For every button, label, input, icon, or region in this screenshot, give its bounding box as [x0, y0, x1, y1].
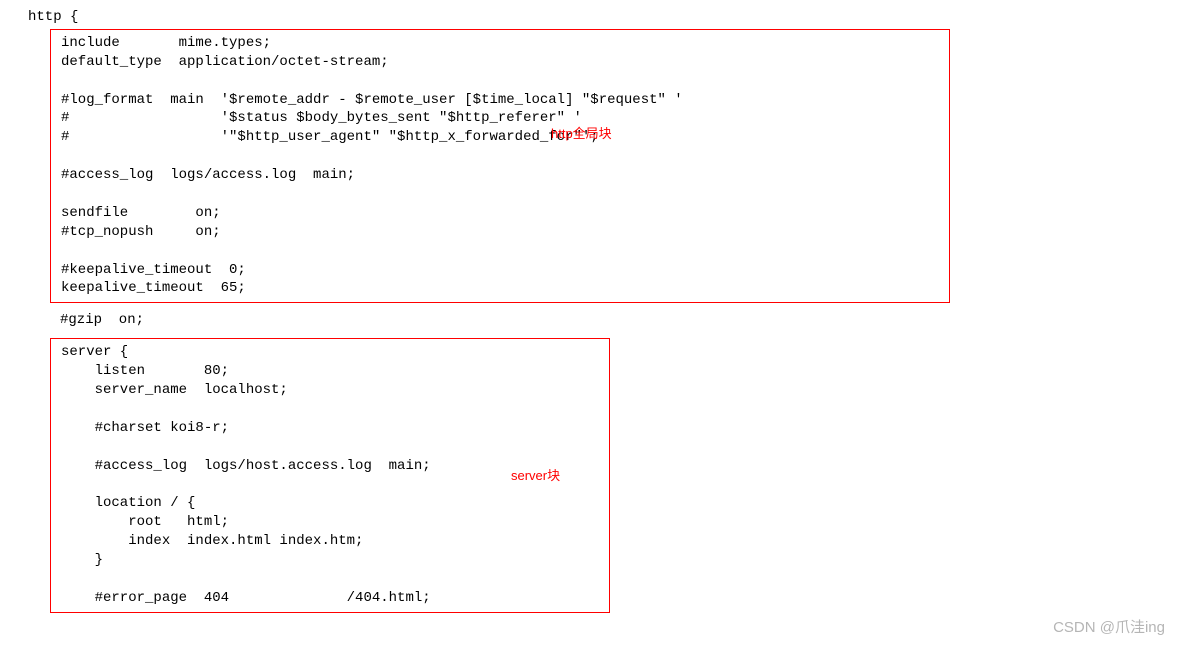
server-block-label: server块 — [511, 467, 560, 485]
watermark: CSDN @爪洼ing — [1053, 618, 1165, 638]
http-open-line: http { — [28, 8, 1189, 27]
server-block-box: server { listen 80; server_name localhos… — [50, 338, 610, 612]
http-global-block-label: http全局块 — [551, 125, 612, 143]
http-global-block-code: include mime.types; default_type applica… — [61, 34, 939, 298]
http-global-block-box: include mime.types; default_type applica… — [50, 29, 950, 303]
gzip-line: #gzip on; — [28, 311, 1189, 330]
